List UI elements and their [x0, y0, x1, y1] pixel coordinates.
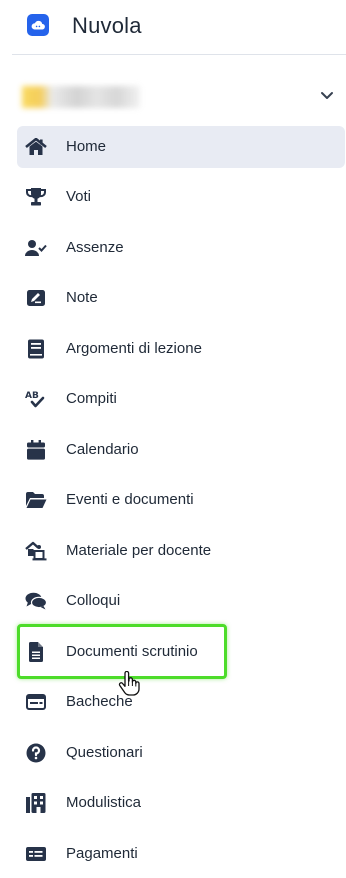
- building-form-icon: [25, 793, 47, 813]
- question-circle-icon: [25, 743, 47, 763]
- sidebar-item-eventi[interactable]: Eventi e documenti: [17, 479, 345, 521]
- brand-name[interactable]: Nuvola: [72, 13, 142, 39]
- board-icon: [25, 692, 47, 712]
- sidebar-item-note[interactable]: Note: [17, 277, 345, 319]
- sidebar-item-assenze[interactable]: Assenze: [17, 227, 345, 269]
- spellcheck-icon: AB: [25, 389, 47, 409]
- sidebar-item-modulistica[interactable]: Modulistica: [17, 782, 345, 824]
- teacher-material-icon: [25, 541, 47, 561]
- sidebar-item-compiti[interactable]: AB Compiti: [17, 378, 345, 420]
- calendar-icon: [25, 440, 47, 460]
- sidebar-item-label: Questionari: [66, 744, 143, 761]
- chevron-down-icon[interactable]: [318, 86, 336, 104]
- sidebar-item-colloqui[interactable]: Colloqui: [17, 580, 345, 622]
- sidebar-item-label: Pagamenti: [66, 845, 138, 862]
- sidebar-item-bacheche[interactable]: Bacheche: [17, 681, 345, 723]
- sidebar-item-label: Compiti: [66, 390, 117, 407]
- sidebar-item-pagamenti[interactable]: Pagamenti: [17, 833, 345, 875]
- sidebar-item-label: Modulistica: [66, 794, 142, 811]
- sidebar-item-label: Materiale per docente: [66, 542, 212, 559]
- app-header: Nuvola: [0, 0, 346, 54]
- sidebar-item-argomenti[interactable]: Argomenti di lezione: [17, 328, 345, 370]
- sidebar-item-calendario[interactable]: Calendario: [17, 429, 345, 471]
- sidebar-item-label: Calendario: [66, 441, 139, 458]
- home-icon: [25, 137, 47, 157]
- sidebar-item-label: Eventi e documenti: [66, 491, 194, 508]
- svg-text:AB: AB: [25, 391, 39, 401]
- hand-pointer-icon: [118, 671, 140, 696]
- user-check-icon: [25, 238, 47, 258]
- sidebar-item-questionari[interactable]: Questionari: [17, 732, 345, 774]
- user-selector[interactable]: [0, 78, 346, 118]
- book-icon: [25, 339, 47, 359]
- sidebar-item-label: Voti: [66, 188, 92, 205]
- payment-card-icon: [25, 844, 47, 864]
- sidebar-item-label: Assenze: [66, 239, 124, 256]
- blurred-user-name: [22, 86, 140, 108]
- sidebar-item-label: Argomenti di lezione: [66, 340, 202, 357]
- cloud-icon[interactable]: [27, 14, 49, 36]
- note-icon: [25, 288, 47, 308]
- trophy-icon: [25, 187, 47, 207]
- sidebar-item-home[interactable]: Home: [17, 126, 345, 168]
- sidebar-item-label: Home: [66, 138, 107, 155]
- header-divider: [12, 54, 346, 55]
- folder-open-icon: [25, 490, 47, 510]
- sidebar-item-label: Colloqui: [66, 592, 121, 609]
- sidebar-item-label: Note: [66, 289, 98, 306]
- sidebar-item-materiale[interactable]: Materiale per docente: [17, 530, 345, 572]
- sidebar-item-voti[interactable]: Voti: [17, 176, 345, 218]
- comments-icon: [25, 591, 47, 611]
